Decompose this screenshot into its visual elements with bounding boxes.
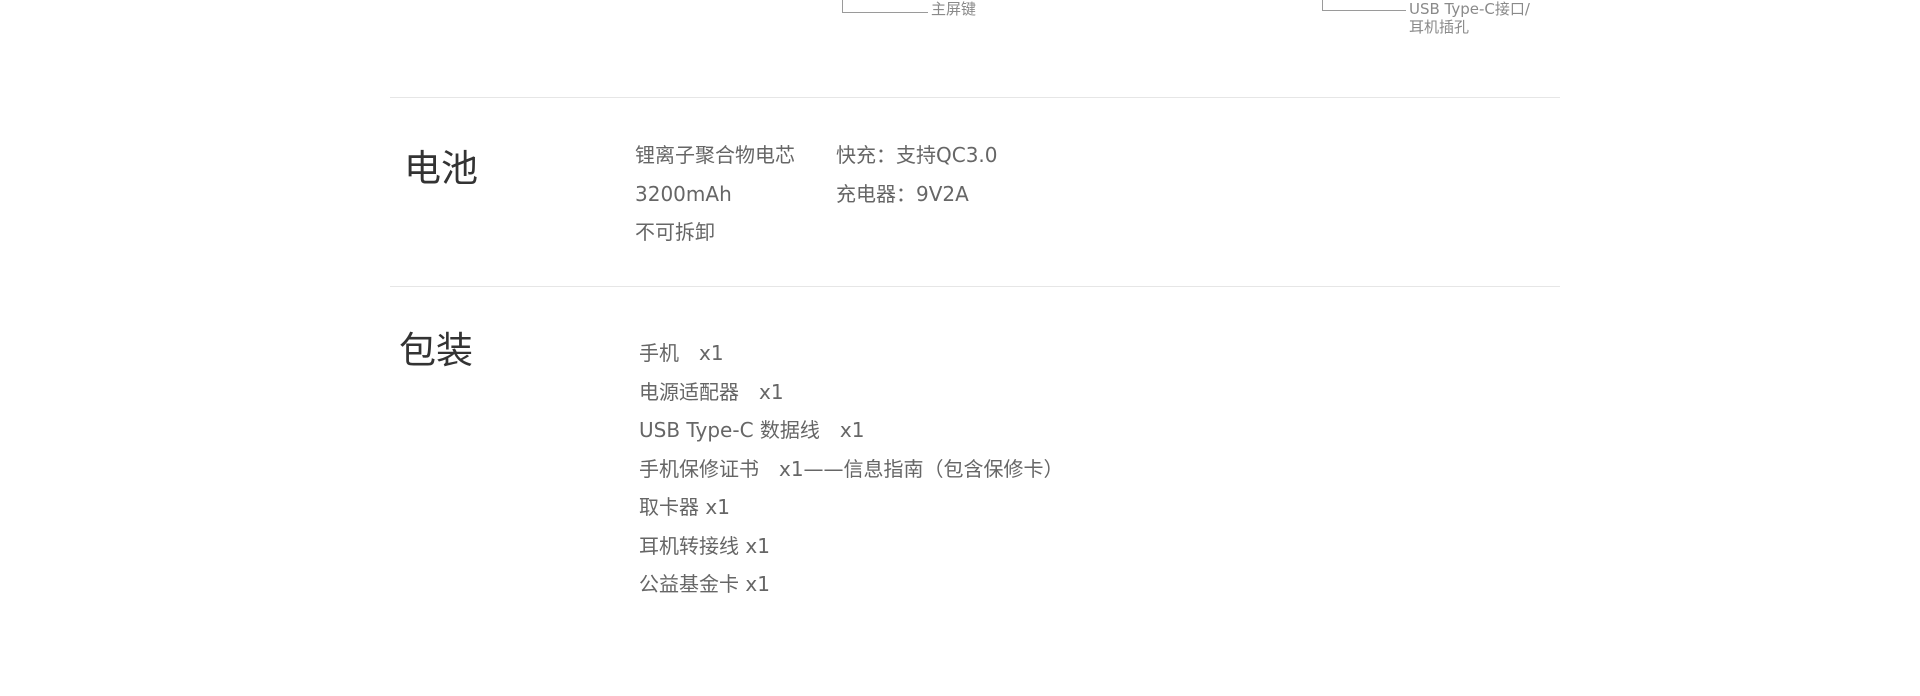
battery-spec-cell-type: 锂离子聚合物电芯	[635, 143, 795, 167]
battery-spec-charger: 充电器：9V2A	[836, 181, 969, 206]
battery-specs-col2: 快充：支持QC3.0 充电器：9V2A	[836, 136, 998, 213]
home-key-callout-line	[842, 0, 928, 13]
home-key-label: 主屏键	[931, 0, 977, 18]
section-divider-packaging	[390, 286, 1560, 287]
packaging-item-usb-cable: USB Type-C 数据线 x1	[639, 418, 865, 442]
packaging-list: 手机 x1 电源适配器 x1 USB Type-C 数据线 x1 手机保修证书 …	[639, 334, 1064, 604]
packaging-item-audio-adapter: 耳机转接线 x1	[639, 533, 770, 558]
packaging-section-title: 包装	[399, 329, 473, 372]
packaging-item-phone: 手机 x1	[639, 341, 724, 365]
packaging-item-adapter: 电源适配器 x1	[639, 379, 784, 404]
packaging-item-warranty: 手机保修证书 x1——信息指南（包含保修卡）	[639, 456, 1064, 481]
packaging-item-sim-tool: 取卡器 x1	[639, 495, 730, 519]
port-label-line2: 耳机插孔	[1409, 18, 1470, 36]
port-callout-line	[1322, 0, 1406, 11]
battery-section-title: 电池	[404, 147, 478, 190]
battery-spec-removable: 不可拆卸	[635, 220, 715, 244]
port-label-line1: USB Type-C接口/	[1409, 0, 1530, 18]
battery-spec-fast-charge: 快充：支持QC3.0	[836, 143, 998, 167]
section-divider-battery	[390, 97, 1560, 98]
battery-specs-col1: 锂离子聚合物电芯 3200mAh 不可拆卸	[635, 136, 795, 252]
battery-spec-capacity: 3200mAh	[635, 181, 732, 206]
packaging-item-charity-card: 公益基金卡 x1	[639, 572, 770, 596]
